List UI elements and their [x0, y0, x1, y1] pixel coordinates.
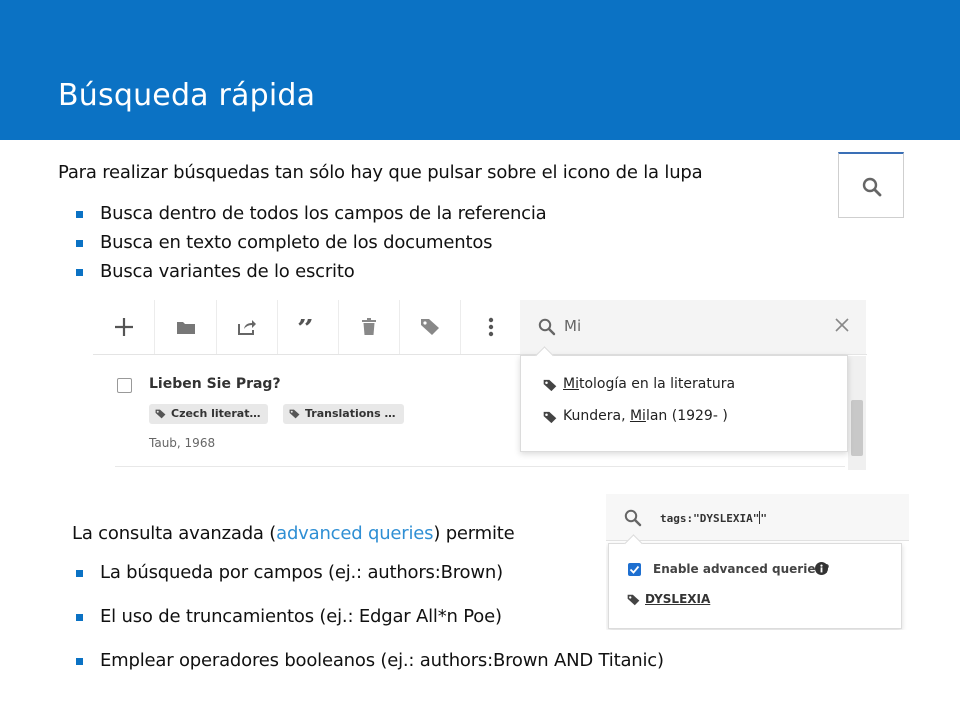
add-to-collection-button[interactable] [155, 300, 217, 354]
info-icon[interactable] [815, 562, 828, 575]
suggestion-item[interactable]: Kundera, Milan (1929- ) [543, 408, 728, 424]
search-suggestions-dropdown: Mitología en la literatura Kundera, Mila… [520, 346, 848, 452]
suggestion-item[interactable]: Mitología en la literatura [543, 376, 735, 392]
advanced-search-features: La búsqueda por campos (ej.: authors:Bro… [70, 562, 664, 694]
close-icon[interactable] [834, 317, 850, 333]
svg-text:”: ” [297, 319, 314, 335]
item-tag[interactable]: Translations … [283, 404, 404, 424]
search-icon [624, 509, 642, 527]
bullet-square-icon [76, 269, 83, 276]
bullet-square-icon [76, 658, 83, 665]
zotero-toolbar: ” Mi [93, 300, 867, 355]
tag-button[interactable] [399, 300, 461, 354]
tag-icon [543, 411, 557, 424]
trash-button[interactable] [338, 300, 400, 354]
item-meta: Taub, 1968 [149, 436, 216, 450]
cite-button[interactable]: ” [277, 300, 339, 354]
share-button[interactable] [216, 300, 278, 354]
tag-icon [289, 409, 300, 419]
search-button-example[interactable] [838, 152, 904, 218]
quick-search-bar[interactable]: Mi [520, 300, 866, 354]
simple-search-features: Busca dentro de todos los campos de la r… [70, 203, 547, 290]
tag-icon [420, 319, 439, 335]
bullet-item: El uso de truncamientos (ej.: Edgar All*… [70, 606, 664, 650]
zotero-search-screenshot: ” Mi Lieben Sie Prag? Czech literat… Tra… [93, 300, 867, 470]
slide-title: Búsqueda rápida [58, 78, 316, 113]
advanced-queries-term: advanced queries [276, 523, 434, 544]
advanced-query-screenshot: tags:"DYSLEXIA"" Enable advanced queries… [606, 494, 909, 630]
plus-icon [114, 318, 133, 336]
share-icon [237, 320, 256, 335]
tag-icon [543, 379, 557, 392]
bullet-item: Emplear operadores booleanos (ej.: autho… [70, 650, 664, 694]
tag-icon [155, 409, 166, 419]
item-checkbox[interactable] [117, 378, 132, 393]
new-item-button[interactable] [93, 300, 155, 354]
bullet-square-icon [76, 211, 83, 218]
quote-icon: ” [297, 319, 314, 335]
advanced-search-bar[interactable]: tags:"DYSLEXIA"" [606, 494, 909, 541]
enable-advanced-label: Enable advanced queries? [653, 562, 830, 576]
tag-suggestion[interactable]: DYSLEXIA [627, 592, 710, 606]
advanced-options-dropdown: Enable advanced queries? DYSLEXIA [608, 534, 902, 629]
slide-header: Búsqueda rápida [0, 0, 960, 140]
item-title: Lieben Sie Prag? [149, 376, 281, 392]
advanced-search-input[interactable]: tags:"DYSLEXIA"" [660, 511, 767, 525]
bullet-square-icon [76, 614, 83, 621]
bullet-item: Busca en texto completo de los documento… [70, 232, 547, 261]
scrollbar-thumb[interactable] [851, 400, 863, 456]
bullet-item: Busca variantes de lo escrito [70, 261, 547, 290]
search-input-value[interactable]: Mi [564, 317, 581, 335]
enable-advanced-checkbox[interactable] [628, 563, 641, 576]
bullet-item: Busca dentro de todos los campos de la r… [70, 203, 547, 232]
bullet-square-icon [76, 570, 83, 577]
search-icon [862, 177, 882, 197]
more-icon [488, 317, 493, 337]
search-icon [538, 318, 556, 336]
check-icon [629, 565, 640, 574]
bullet-item: La búsqueda por campos (ej.: authors:Bro… [70, 562, 664, 606]
advanced-query-intro: La consulta avanzada (advanced queries) … [72, 523, 515, 544]
folder-icon [176, 322, 195, 334]
trash-icon [361, 318, 376, 335]
tag-icon [627, 594, 640, 606]
item-tag[interactable]: Czech literat… [149, 404, 269, 424]
more-button[interactable] [460, 300, 522, 354]
bullet-square-icon [76, 240, 83, 247]
intro-text: Para realizar búsquedas tan sólo hay que… [58, 162, 703, 183]
row-divider [115, 466, 845, 467]
scrollbar[interactable] [848, 356, 866, 470]
